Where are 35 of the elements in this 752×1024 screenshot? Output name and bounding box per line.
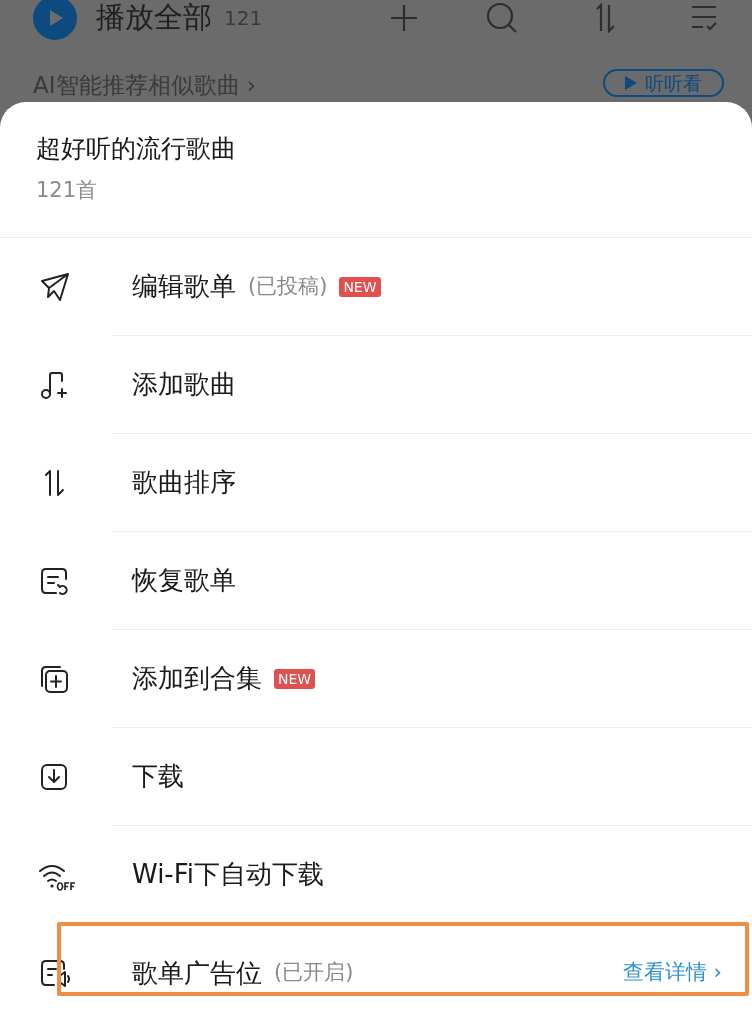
menu-item[interactable]: 歌单广告位 (已开启) 查看详情 ›	[0, 924, 752, 1022]
menu-item[interactable]: 添加歌曲	[0, 336, 752, 434]
view-details-link[interactable]: 查看详情 ›	[622, 957, 722, 989]
menu-item[interactable]: 编辑歌单 (已投稿) NEW	[0, 238, 752, 336]
menu-item[interactable]: Wi-Fi下自动下载	[0, 826, 752, 924]
menu-item-label: 添加歌曲	[132, 368, 236, 401]
play-icon	[625, 76, 637, 90]
menu-item[interactable]: 恢复歌单	[0, 532, 752, 630]
menu-item-label: 编辑歌单	[132, 270, 236, 303]
play-button[interactable]	[33, 0, 77, 40]
new-badge: NEW	[274, 668, 316, 689]
play-all-label: 播放全部	[96, 0, 212, 37]
list-speaker-icon	[38, 957, 70, 989]
playlist-song-count: 121首	[36, 177, 99, 204]
playlist-title: 超好听的流行歌曲	[36, 133, 237, 165]
menu-item-label: Wi-Fi下自动下载	[132, 858, 325, 891]
new-badge: NEW	[339, 276, 381, 297]
menu-item-label: 歌曲排序	[132, 466, 236, 499]
paper-plane-icon	[38, 271, 70, 303]
menu-item-label: 恢复歌单	[132, 564, 236, 597]
menu-item[interactable]: 下载	[0, 728, 752, 826]
menu-item[interactable]: 歌曲排序	[0, 434, 752, 532]
music-note-plus-icon	[38, 369, 70, 401]
list-check-icon[interactable]	[689, 3, 719, 33]
download-icon	[38, 761, 70, 793]
add-icon[interactable]	[389, 3, 419, 33]
menu-item-note: (已开启)	[274, 959, 354, 987]
menu-item-label: 添加到合集	[132, 662, 262, 695]
menu-item-label: 下载	[132, 760, 184, 793]
add-to-collection-icon	[38, 663, 70, 695]
menu-item[interactable]: 添加到合集 NEW	[0, 630, 752, 728]
search-icon[interactable]	[486, 2, 518, 34]
menu-item-label: 歌单广告位	[132, 956, 262, 990]
menu-item-note: (已投稿)	[248, 272, 328, 300]
list-restore-icon	[38, 565, 70, 597]
